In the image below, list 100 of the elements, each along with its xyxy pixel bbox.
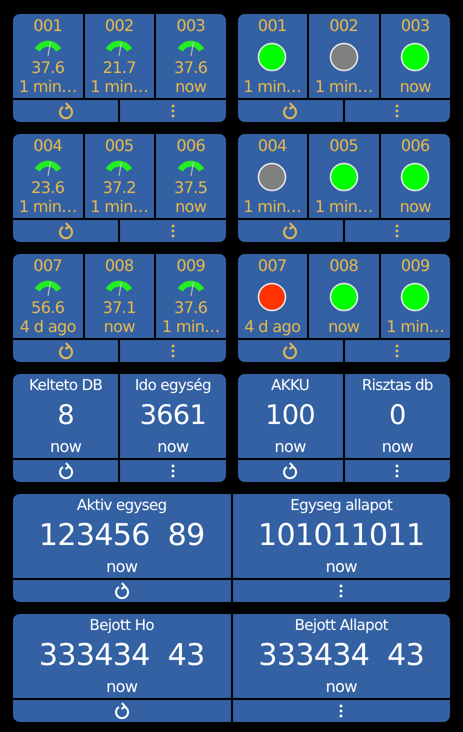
tile-time: 1 min… <box>314 198 373 216</box>
sensor-tile[interactable]: 009 37.6 1 min… <box>156 254 226 338</box>
tile-time: 1 min… <box>90 198 148 216</box>
refresh-button[interactable] <box>13 100 118 122</box>
tile-value: 37.6 <box>174 58 208 76</box>
tile-time: now <box>50 438 82 456</box>
tile-value: 37.1 <box>102 298 136 316</box>
tile-value: 37.6 <box>31 58 64 76</box>
sensor-tile[interactable]: 007 56.6 4 d ago <box>13 254 82 338</box>
value-tile[interactable]: Bejott Allapot 333434 43 now <box>232 614 450 698</box>
refresh-icon <box>58 462 74 480</box>
tile-time: 1 min… <box>18 78 77 96</box>
tile-time: 4 d ago <box>20 318 76 336</box>
refresh-icon <box>282 102 298 120</box>
tile-label: Risztas db <box>362 377 433 394</box>
tile-label: Bejott Allapot <box>294 617 388 634</box>
tile-time: 1 min… <box>18 198 77 216</box>
tile-time: 1 min… <box>314 78 373 96</box>
refresh-button[interactable] <box>13 460 118 482</box>
status-tile[interactable]: 001 1 min… <box>238 14 307 98</box>
refresh-button[interactable] <box>238 340 343 362</box>
tile-time: now <box>326 558 357 576</box>
tile-label: 002 <box>329 17 358 35</box>
tile-time: 1 min… <box>243 78 302 96</box>
tile-value: 100 <box>265 401 315 431</box>
tile-label: 004 <box>33 137 62 155</box>
status-tile[interactable]: 006 now <box>380 134 450 218</box>
refresh-button[interactable] <box>238 460 343 482</box>
more-icon <box>395 344 400 358</box>
tile-time: now <box>175 198 206 216</box>
more-icon <box>395 464 400 478</box>
value-tile[interactable]: Kelteto DB 8 now <box>13 374 118 458</box>
tile-label: 007 <box>258 257 287 275</box>
sensor-tile[interactable]: 001 37.6 1 min… <box>13 14 82 98</box>
more-icon <box>395 104 400 118</box>
sensor-tile[interactable]: 004 23.6 1 min… <box>13 134 82 218</box>
sensor-tile[interactable]: 008 37.1 now <box>84 254 154 338</box>
tile-label: 009 <box>400 257 430 275</box>
refresh-icon <box>282 222 298 240</box>
status-tile[interactable]: 007 4 d ago <box>238 254 307 338</box>
more-icon <box>170 104 175 118</box>
value-tile[interactable]: Risztas db 0 now <box>344 374 450 458</box>
tile-time: now <box>104 318 135 336</box>
value-tile[interactable]: Egyseg allapot 101011011 now <box>232 494 450 578</box>
sensor-tile[interactable]: 005 37.2 1 min… <box>84 134 154 218</box>
sensor-tile[interactable]: 002 21.7 1 min… <box>84 14 154 98</box>
refresh-icon <box>58 342 74 360</box>
status-tile[interactable]: 008 now <box>309 254 378 338</box>
tile-time: 4 d ago <box>244 318 300 336</box>
refresh-icon <box>282 462 298 480</box>
tile-label: Ido egység <box>134 377 211 394</box>
status-tile[interactable]: 005 1 min… <box>309 134 378 218</box>
status-tile[interactable]: 009 1 min… <box>380 254 450 338</box>
tile-label: 004 <box>258 137 287 155</box>
more-button[interactable] <box>232 700 450 722</box>
refresh-icon <box>282 342 298 360</box>
sensor-tile[interactable]: 006 37.5 now <box>156 134 226 218</box>
status-tile[interactable]: 003 now <box>380 14 450 98</box>
tile-value: 37.5 <box>174 178 208 196</box>
tile-time: now <box>400 78 431 96</box>
tile-label: 002 <box>104 17 134 35</box>
tile-time: now <box>274 438 306 456</box>
tile-time: now <box>328 318 360 336</box>
refresh-button[interactable] <box>238 100 343 122</box>
tile-value: 0 <box>389 401 406 431</box>
tile-time: now <box>157 438 188 456</box>
tile-label: Kelteto DB <box>28 377 102 394</box>
refresh-button[interactable] <box>13 220 118 242</box>
tile-label: 001 <box>258 17 287 35</box>
tile-label: 005 <box>104 137 134 155</box>
tile-label: 006 <box>176 137 206 155</box>
tile-value: 101011011 <box>258 519 424 552</box>
sensor-tile[interactable]: 003 37.6 now <box>156 14 226 98</box>
refresh-icon <box>114 582 130 600</box>
value-tile[interactable]: Aktiv egyseg 123456 89 now <box>13 494 230 578</box>
tile-time: now <box>400 198 431 216</box>
refresh-button[interactable] <box>238 220 343 242</box>
tile-label: 003 <box>400 17 430 35</box>
status-tile[interactable]: 004 1 min… <box>238 134 307 218</box>
tile-time: 1 min… <box>90 78 148 96</box>
more-icon <box>339 704 344 718</box>
tile-label: 009 <box>176 257 206 275</box>
refresh-icon <box>58 102 74 120</box>
tile-time: 1 min… <box>243 198 302 216</box>
tile-label: Egyseg allapot <box>290 497 392 514</box>
tile-label: 008 <box>329 257 358 275</box>
refresh-button[interactable] <box>13 340 118 362</box>
tile-value: 123456 89 <box>38 519 205 552</box>
more-button[interactable] <box>232 580 450 602</box>
tile-label: 003 <box>176 17 206 35</box>
value-tile[interactable]: Bejott Ho 333434 43 now <box>13 614 230 698</box>
status-tile[interactable]: 002 1 min… <box>309 14 378 98</box>
value-tile[interactable]: AKKU 100 now <box>238 374 343 458</box>
tile-value: 333434 43 <box>258 639 424 672</box>
tile-time: now <box>175 78 206 96</box>
tile-label: Bejott Ho <box>90 617 154 634</box>
value-tile[interactable]: Ido egység 3661 now <box>120 374 226 458</box>
refresh-icon <box>58 222 74 240</box>
tile-value: 333434 43 <box>38 639 205 672</box>
tile-value: 3661 <box>140 401 206 431</box>
